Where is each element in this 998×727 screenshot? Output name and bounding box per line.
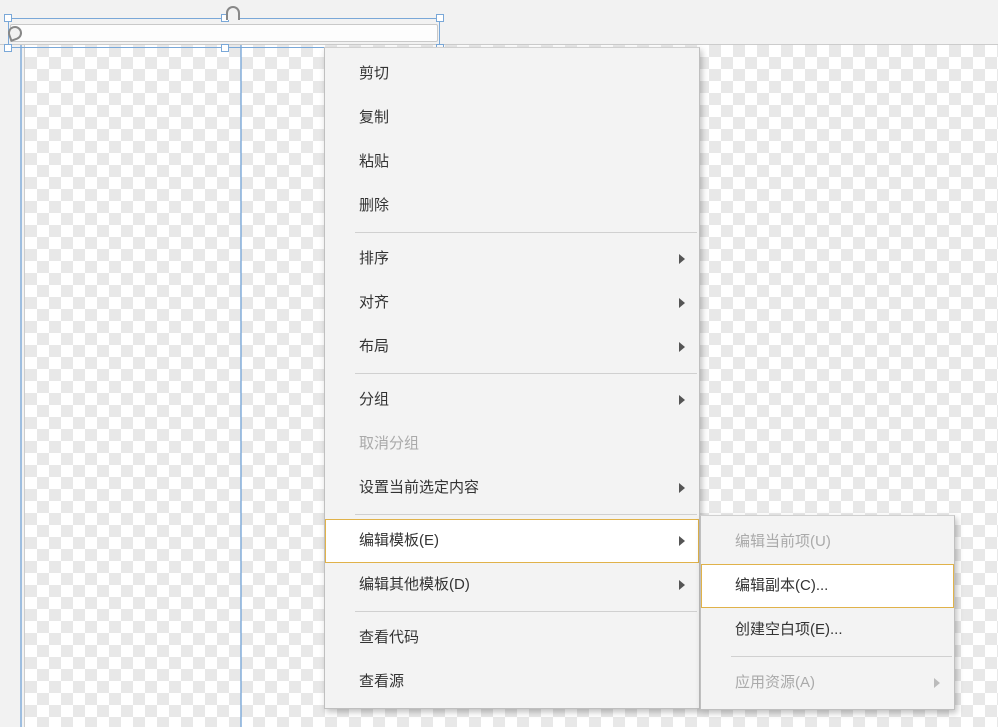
chevron-right-icon [679, 254, 685, 264]
chevron-right-icon [679, 298, 685, 308]
menu-edit-template[interactable]: 编辑模板(E) [325, 519, 699, 563]
menu-copy[interactable]: 复制 [325, 96, 699, 140]
adorner-guide-line [240, 45, 242, 727]
menu-cut[interactable]: 剪切 [325, 52, 699, 96]
menu-view-source[interactable]: 查看源 [325, 660, 699, 704]
menu-ungroup: 取消分组 [325, 422, 699, 466]
submenu-create-empty[interactable]: 创建空白项(E)... [701, 608, 954, 652]
menu-align-label: 对齐 [359, 294, 389, 311]
submenu-edit-template: 编辑当前项(U) 编辑副本(C)... 创建空白项(E)... 应用资源(A) [700, 515, 955, 710]
chevron-right-icon [679, 580, 685, 590]
menu-edit-template-label: 编辑模板(E) [359, 532, 439, 549]
menu-view-code[interactable]: 查看代码 [325, 616, 699, 660]
submenu-apply-resource-label: 应用资源(A) [735, 674, 815, 691]
resize-handle-sw[interactable] [4, 44, 12, 52]
menu-edit-other-templates[interactable]: 编辑其他模板(D) [325, 563, 699, 607]
menu-group[interactable]: 分组 [325, 378, 699, 422]
menu-sort[interactable]: 排序 [325, 237, 699, 281]
resize-handle-s[interactable] [221, 44, 229, 52]
menu-delete[interactable]: 删除 [325, 184, 699, 228]
selection-outline [8, 18, 440, 48]
margin-handle-icon[interactable] [226, 6, 240, 20]
resize-handle-nw[interactable] [4, 14, 12, 22]
menu-set-selection-label: 设置当前选定内容 [359, 479, 479, 496]
menu-separator [355, 373, 697, 374]
menu-paste[interactable]: 粘贴 [325, 140, 699, 184]
submenu-edit-copy[interactable]: 编辑副本(C)... [701, 564, 954, 608]
chevron-right-icon [934, 678, 940, 688]
resize-handle-ne[interactable] [436, 14, 444, 22]
chevron-right-icon [679, 395, 685, 405]
menu-separator [731, 656, 952, 657]
chevron-right-icon [679, 342, 685, 352]
menu-separator [355, 232, 697, 233]
chevron-right-icon [679, 483, 685, 493]
menu-sort-label: 排序 [359, 250, 389, 267]
chevron-right-icon [679, 536, 685, 546]
menu-group-label: 分组 [359, 391, 389, 408]
menu-layout[interactable]: 布局 [325, 325, 699, 369]
submenu-edit-current: 编辑当前项(U) [701, 520, 954, 564]
menu-set-selection[interactable]: 设置当前选定内容 [325, 466, 699, 510]
menu-align[interactable]: 对齐 [325, 281, 699, 325]
menu-separator [355, 514, 697, 515]
submenu-apply-resource: 应用资源(A) [701, 661, 954, 705]
menu-layout-label: 布局 [359, 338, 389, 355]
context-menu: 剪切 复制 粘贴 删除 排序 对齐 布局 分组 取消分组 设置当前选定内容 编辑… [324, 47, 700, 709]
menu-separator [355, 611, 697, 612]
adorner-left-line [20, 45, 22, 727]
menu-edit-other-templates-label: 编辑其他模板(D) [359, 576, 470, 593]
